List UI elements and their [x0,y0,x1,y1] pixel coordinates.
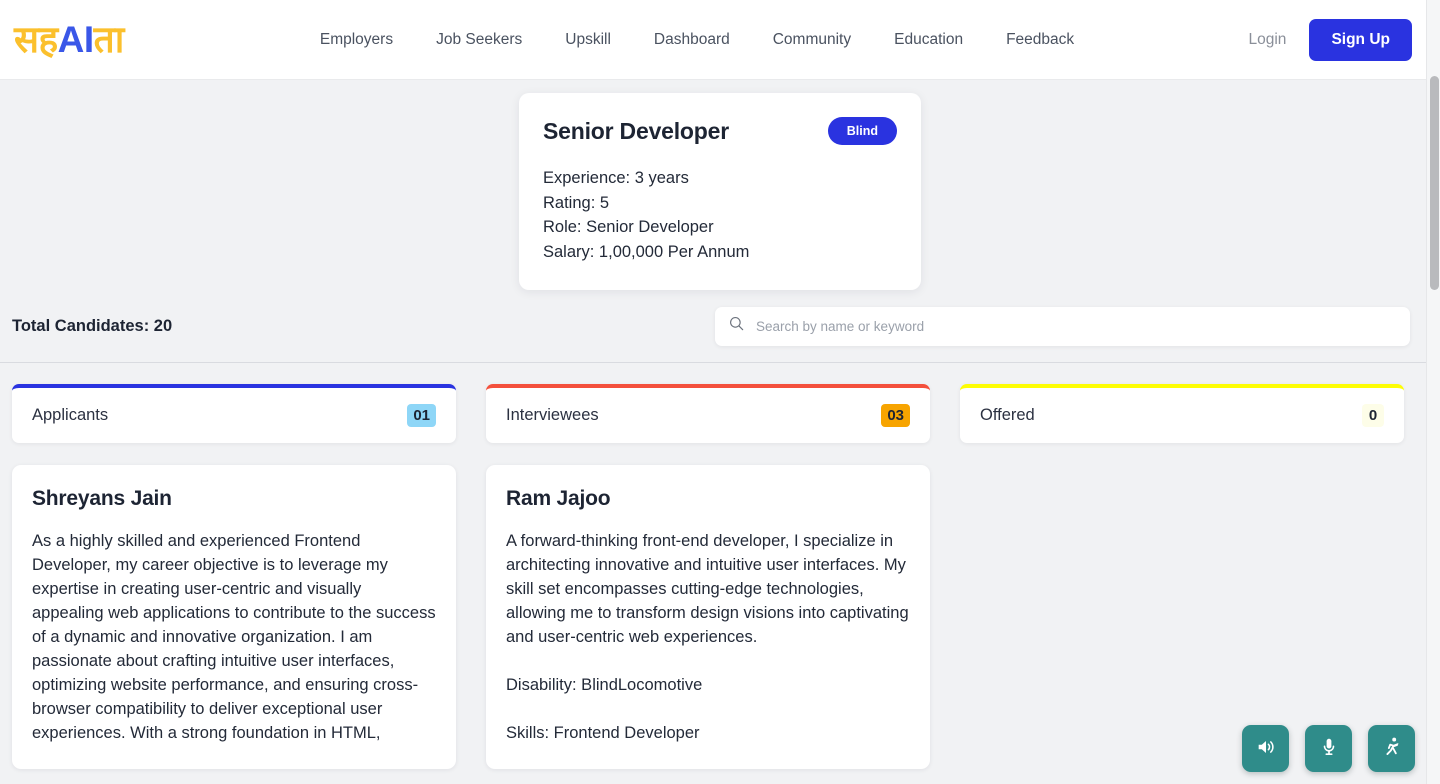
column-header-offered[interactable]: Offered 0 [960,384,1404,444]
nav-item-education[interactable]: Education [894,31,963,49]
microphone-icon [1318,736,1340,761]
site-header: सह AI ता Employers Job Seekers Upskill Das… [0,0,1426,80]
column-applicants: Applicants 01 Shreyans Jain As a highly … [12,384,456,770]
candidate-name: Ram Jajoo [506,487,611,511]
column-header-interviewees[interactable]: Interviewees 03 [486,384,930,444]
candidate-bio: As a highly skilled and experienced Fron… [32,532,436,743]
nav-item-community[interactable]: Community [773,31,851,49]
search-box[interactable] [715,306,1410,346]
column-count-badge: 01 [407,404,436,428]
candidate-bio: A forward-thinking front-end developer, … [506,532,909,647]
job-experience: Experience: 3 years [543,169,689,187]
header-actions: Login Sign Up [1249,18,1412,61]
page-root: सह AI ता Employers Job Seekers Upskill Das… [0,0,1440,784]
nav-item-upskill[interactable]: Upskill [565,31,611,49]
job-card-header: Senior Developer Blind [543,117,897,145]
column-offered: Offered 0 [960,384,1404,769]
job-card[interactable]: Senior Developer Blind Experience: 3 yea… [519,93,921,291]
scrollbar-thumb[interactable] [1430,76,1439,290]
search-icon [729,316,744,336]
accessibility-options-button[interactable] [1368,725,1415,772]
candidate-skills: Skills: Frontend Developer [506,724,700,743]
job-card-area: Senior Developer Blind Experience: 3 yea… [0,80,1440,291]
candidate-card[interactable]: Ram Jajoo A forward-thinking front-end d… [486,465,930,770]
pipeline-columns: Applicants 01 Shreyans Jain As a highly … [0,363,1426,770]
column-title: Interviewees [506,406,599,425]
sign-up-button[interactable]: Sign Up [1309,18,1412,61]
disability-badge[interactable]: Blind [827,117,897,145]
column-count-badge: 0 [1362,404,1384,428]
accessibility-toolbar [1242,725,1415,772]
column-title: Applicants [32,406,109,425]
speaker-icon [1255,736,1277,761]
vertical-scrollbar[interactable] [1426,0,1440,784]
nav-item-feedback[interactable]: Feedback [1006,31,1074,49]
column-interviewees: Interviewees 03 Ram Jajoo A forward-thin… [486,384,930,770]
logo-part-ai: AI [57,19,95,60]
voice-input-button[interactable] [1305,725,1352,772]
candidate-disability: Disability: BlindLocomotive [506,676,703,695]
job-role: Role: Senior Developer [543,218,714,237]
column-count-badge: 03 [881,404,910,428]
column-header-applicants[interactable]: Applicants 01 [12,384,456,444]
candidate-name: Shreyans Jain [32,487,172,511]
nav-item-employers[interactable]: Employers [320,31,393,49]
nav-item-dashboard[interactable]: Dashboard [654,31,730,49]
total-candidates-label: Total Candidates: 20 [12,316,173,335]
search-input[interactable] [756,318,1396,334]
candidate-card[interactable]: Shreyans Jain As a highly skilled and ex… [12,465,456,770]
site-logo[interactable]: सह AI ता [14,21,124,58]
job-title: Senior Developer [543,117,729,144]
job-salary: Salary: 1,00,000 Per Annum [543,242,750,261]
column-title: Offered [980,406,1035,425]
login-link[interactable]: Login [1249,31,1287,49]
toolbar-row: Total Candidates: 20 [0,290,1440,362]
main-navigation: Employers Job Seekers Upskill Dashboard … [320,31,1074,49]
logo-part-ta: ता [93,19,125,60]
job-card-details: Experience: 3 years Rating: 5 Role: Seni… [543,166,897,264]
text-to-speech-button[interactable] [1242,725,1289,772]
logo-part-sah: सह [14,19,58,60]
nav-item-job-seekers[interactable]: Job Seekers [436,31,522,49]
accessibility-icon [1381,736,1403,761]
job-rating: Rating: 5 [543,193,610,212]
